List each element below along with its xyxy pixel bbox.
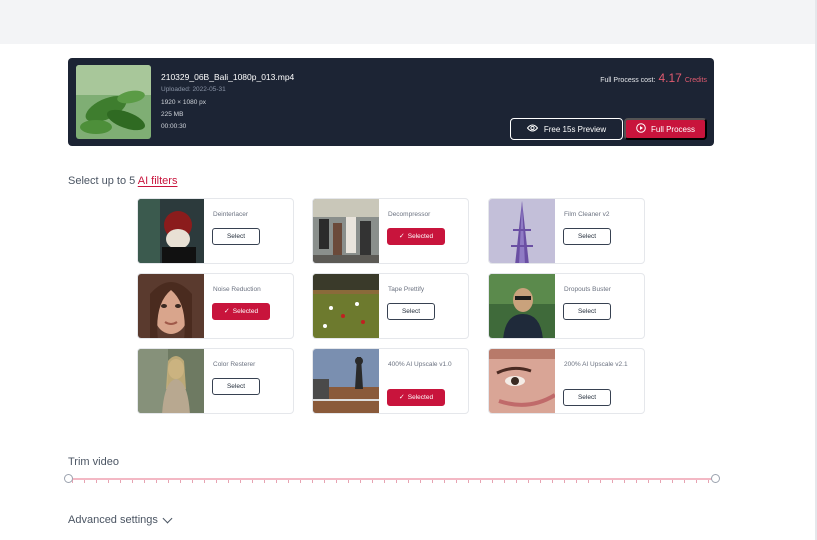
trim-end-handle[interactable] bbox=[711, 474, 720, 483]
filter-image bbox=[489, 274, 555, 338]
advanced-settings-toggle[interactable]: Advanced settings bbox=[68, 513, 173, 526]
filter-image bbox=[313, 349, 379, 413]
file-size: 225 MB bbox=[161, 111, 184, 118]
free-preview-button[interactable]: Free 15s Preview bbox=[510, 118, 623, 140]
filter-name: Color Resterer bbox=[213, 361, 256, 368]
filter-name: Decompressor bbox=[388, 211, 431, 218]
filter-image bbox=[313, 274, 379, 338]
select-button[interactable]: Select bbox=[563, 228, 611, 245]
check-icon: ✓ bbox=[398, 233, 405, 240]
filter-card-color-resterer: Color Resterer Select bbox=[137, 348, 294, 414]
filter-image bbox=[138, 349, 204, 413]
process-cost: Full Process cost: 4.17 Credits bbox=[600, 71, 707, 85]
filter-image bbox=[489, 349, 555, 413]
trim-start-handle[interactable] bbox=[64, 474, 73, 483]
cost-label: Full Process cost: bbox=[600, 77, 656, 84]
select-button[interactable]: Select bbox=[563, 389, 611, 406]
cost-unit: Credits bbox=[684, 77, 707, 84]
file-name: 210329_06B_Bali_1080p_013.mp4 bbox=[161, 72, 295, 82]
select-button[interactable]: Select bbox=[212, 378, 260, 395]
full-process-button[interactable]: Full Process bbox=[624, 118, 707, 140]
filter-card-dropouts-buster: Dropouts Buster Select bbox=[488, 273, 645, 339]
filter-name: 200% AI Upscale v2.1 bbox=[564, 361, 628, 368]
filter-card-tape-prettify: Tape Prettify Select bbox=[312, 273, 469, 339]
free-preview-label: Free 15s Preview bbox=[543, 124, 607, 134]
check-icon: ✓ bbox=[223, 308, 230, 315]
filter-name: Dropouts Buster bbox=[564, 286, 611, 293]
filter-card-deinterlacer: Deinterlacer Select bbox=[137, 198, 294, 264]
filter-card-decompressor: Decompressor ✓ Selected bbox=[312, 198, 469, 264]
filter-name: Film Cleaner v2 bbox=[564, 211, 610, 218]
filter-image bbox=[489, 199, 555, 263]
filter-image bbox=[138, 199, 204, 263]
top-bar bbox=[0, 0, 817, 44]
trim-ticks bbox=[72, 480, 712, 483]
ai-filters-link[interactable]: AI filters bbox=[138, 175, 178, 187]
advanced-settings-label: Advanced settings bbox=[68, 514, 158, 526]
video-card: 210329_06B_Bali_1080p_013.mp4 Uploaded: … bbox=[68, 58, 714, 146]
select-button[interactable]: Select bbox=[563, 303, 611, 320]
filter-name: 400% AI Upscale v1.0 bbox=[388, 361, 452, 368]
upload-date: Uploaded: 2022-05-31 bbox=[161, 86, 226, 93]
filter-name: Noise Reduction bbox=[213, 286, 261, 293]
eye-icon bbox=[526, 124, 539, 134]
trim-label: Trim video bbox=[68, 456, 119, 468]
cost-value: 4.17 bbox=[658, 71, 682, 85]
filter-name: Deinterlacer bbox=[213, 211, 249, 218]
select-button[interactable]: Select bbox=[387, 303, 435, 320]
filter-card-noise-reduction: Noise Reduction ✓ Selected bbox=[137, 273, 294, 339]
check-icon: ✓ bbox=[398, 394, 405, 401]
filter-image bbox=[313, 199, 379, 263]
play-circle-icon bbox=[636, 123, 646, 135]
video-resolution: 1920 × 1080 px bbox=[161, 99, 206, 106]
filter-image bbox=[138, 274, 204, 338]
chevron-down-icon bbox=[162, 513, 173, 523]
selected-button[interactable]: ✓ Selected bbox=[387, 228, 445, 245]
filter-card-200-ai-upscale: 200% AI Upscale v2.1 Select bbox=[488, 348, 645, 414]
selected-button[interactable]: ✓ Selected bbox=[387, 389, 445, 406]
selected-button[interactable]: ✓ Selected bbox=[212, 303, 270, 320]
filter-card-film-cleaner: Film Cleaner v2 Select bbox=[488, 198, 645, 264]
filter-name: Tape Prettify bbox=[388, 286, 425, 293]
filter-card-400-ai-upscale: 400% AI Upscale v1.0 ✓ Selected bbox=[312, 348, 469, 414]
filters-heading: Select up to 5 AI filters bbox=[68, 175, 178, 187]
full-process-label: Full Process bbox=[650, 124, 695, 134]
select-button[interactable]: Select bbox=[212, 228, 260, 245]
video-duration: 00:00:30 bbox=[161, 123, 187, 130]
video-thumbnail bbox=[76, 65, 151, 139]
